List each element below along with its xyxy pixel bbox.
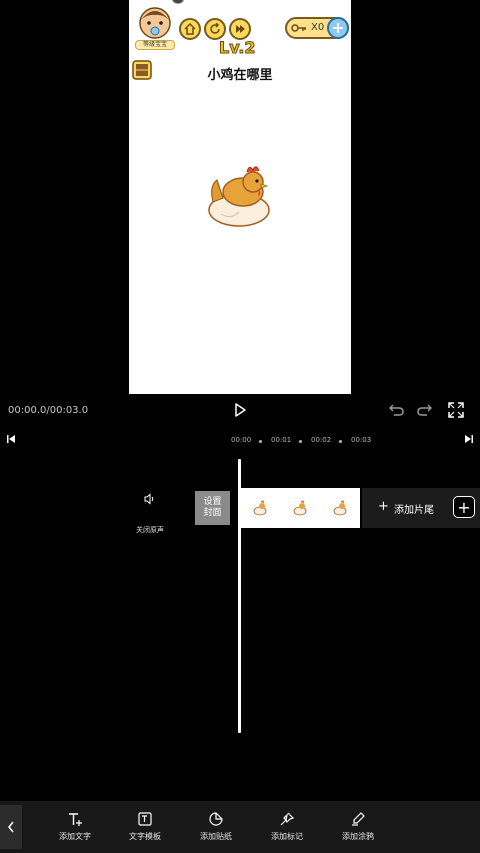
skip-to-start-icon[interactable] <box>6 434 16 444</box>
play-icon[interactable] <box>230 400 250 420</box>
fullscreen-icon[interactable] <box>447 401 465 419</box>
tool-label: 添加文字 <box>59 832 91 841</box>
undo-icon[interactable] <box>388 401 406 419</box>
ruler-dot <box>259 440 262 443</box>
add-ending-label: 添加片尾 <box>394 505 434 516</box>
back-button[interactable] <box>0 805 22 849</box>
text-template-icon <box>138 812 152 826</box>
key-icon <box>291 24 306 32</box>
text-template-button[interactable]: 文字模板 <box>120 811 170 847</box>
set-cover-button[interactable]: 设置 封面 <box>195 491 230 525</box>
tool-label: 添加贴纸 <box>200 832 232 841</box>
question-text: 小鸡在哪里 <box>207 68 273 83</box>
ruler-tick: 00:03 <box>351 436 372 444</box>
add-text-icon <box>69 813 82 826</box>
ruler-tick: 00:01 <box>271 436 292 444</box>
add-text-button[interactable]: 添加文字 <box>50 811 100 847</box>
add-doodle-button[interactable]: 添加涂鸦 <box>333 811 383 847</box>
skip-to-end-icon[interactable] <box>464 434 474 444</box>
preview-frame[interactable]: 等级宝宝 Lv.2 X0 + 小鸡在哪里 <box>129 0 351 394</box>
add-marker-button[interactable]: 添加标记 <box>262 811 312 847</box>
redo-icon[interactable] <box>415 401 433 419</box>
sticker-icon <box>209 812 223 826</box>
mute-audio-button[interactable]: 关闭原声 <box>130 489 170 539</box>
ruler-tick: 00:02 <box>311 436 332 444</box>
bottom-toolbar: 添加文字 文字模板 添加贴纸 添加标记 添加涂鸦 <box>0 801 480 853</box>
home-button[interactable] <box>179 18 201 40</box>
plus-icon: + <box>378 499 389 514</box>
keys-counter: X0 + <box>285 17 349 39</box>
home-icon <box>184 23 196 35</box>
chicken-illustration[interactable] <box>207 162 277 232</box>
keys-count: X0 <box>311 22 325 33</box>
skip-video-icon <box>236 25 245 33</box>
video-editor: 等级宝宝 Lv.2 X0 + 小鸡在哪里 00:00.0/00:03.0 00:… <box>0 0 480 853</box>
ruler-tick: 00:00 <box>231 436 252 444</box>
video-clip[interactable] <box>240 488 360 528</box>
playhead[interactable] <box>238 459 241 733</box>
tool-label: 文字模板 <box>129 832 161 841</box>
skip-button[interactable] <box>229 18 251 40</box>
avatar-icon <box>139 7 171 39</box>
playback-bar: 00:00.0/00:03.0 <box>0 397 480 427</box>
resize-handle[interactable] <box>172 0 184 4</box>
ruler-dot <box>339 440 342 443</box>
clip-thumbnail <box>333 500 347 516</box>
add-sticker-button[interactable]: 添加贴纸 <box>191 811 241 847</box>
level-title: Lv.2 <box>219 38 257 58</box>
add-keys-button[interactable]: + <box>327 17 349 39</box>
brush-icon <box>352 812 365 826</box>
chevron-left-icon <box>8 821 14 833</box>
clip-thumbnail <box>253 500 267 516</box>
video-preview: 等级宝宝 Lv.2 X0 + 小鸡在哪里 <box>0 0 480 397</box>
timeline[interactable]: 00:00 00:01 00:02 00:03 关闭原声 设置 封面 + 添加片… <box>0 427 480 801</box>
restart-button[interactable] <box>204 18 226 40</box>
time-ruler: 00:00 00:01 00:02 00:03 <box>0 433 480 447</box>
tool-label: 添加涂鸦 <box>342 832 374 841</box>
tool-label: 添加标记 <box>271 832 303 841</box>
time-display: 00:00.0/00:03.0 <box>8 405 89 416</box>
add-media-button[interactable]: + <box>453 496 475 518</box>
speaker-icon <box>144 493 154 505</box>
restart-icon <box>210 23 220 34</box>
ruler-dot <box>299 440 302 443</box>
marker-icon <box>280 812 295 826</box>
avatar-label: 等级宝宝 <box>135 40 175 50</box>
clip-thumbnail <box>293 500 307 516</box>
mute-label: 关闭原声 <box>136 526 164 534</box>
